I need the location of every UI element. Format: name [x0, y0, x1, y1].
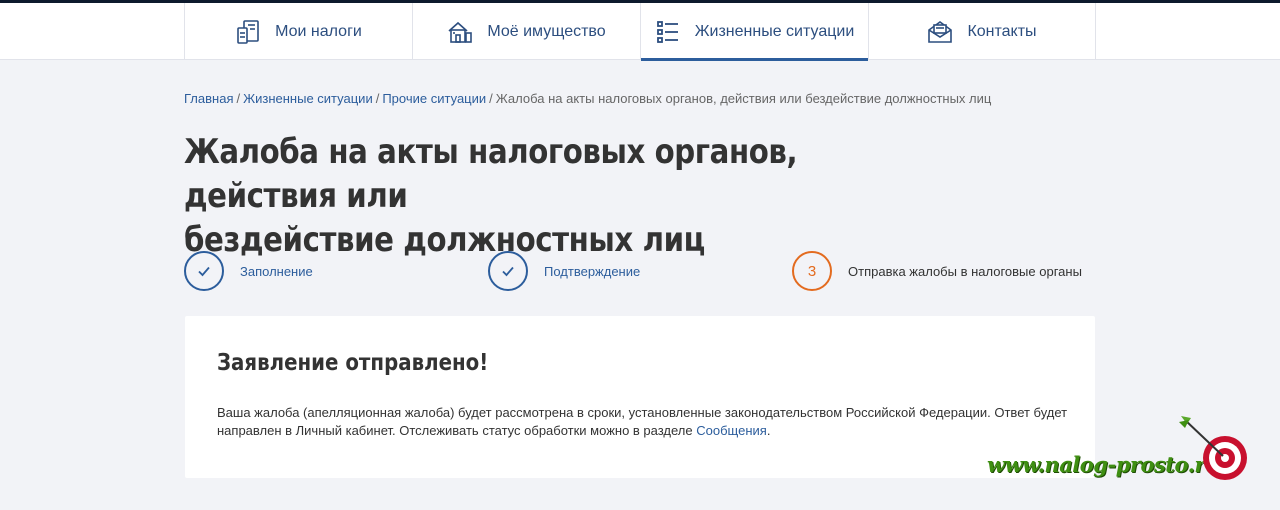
nav-item-label: Контакты	[967, 22, 1037, 40]
tax-documents-icon	[237, 19, 259, 44]
page-title-line1: Жалоба на акты налоговых органов, действ…	[184, 132, 798, 216]
nav-item-label: Жизненные ситуации	[694, 22, 855, 40]
breadcrumb-current: Жалоба на акты налоговых органов, действ…	[495, 91, 992, 106]
nav-item-my-property[interactable]: Моё имущество	[412, 3, 640, 60]
envelope-icon	[928, 20, 953, 43]
property-house-icon	[448, 21, 473, 43]
step-label: Отправка жалобы в налоговые органы	[848, 263, 1082, 279]
list-icon	[656, 20, 678, 43]
site-watermark: www.nalog-prosto.ru	[985, 412, 1255, 490]
top-navigation-bar: Мои налоги Моё имущество Жизненные ситуа…	[0, 0, 1280, 61]
step-label: Подтверждение	[544, 263, 641, 279]
breadcrumb-life-situations-link[interactable]: Жизненные ситуации	[243, 91, 373, 106]
success-card: Заявление отправлено! Ваша жалоба (апелл…	[185, 316, 1095, 478]
target-dart-icon	[1179, 416, 1247, 480]
nav-item-label: Мои налоги	[275, 22, 362, 40]
nav-item-life-situations[interactable]: Жизненные ситуации	[640, 3, 868, 61]
step-confirmation: Подтверждение	[488, 251, 640, 291]
success-message: Ваша жалоба (апелляционная жалоба) будет…	[217, 405, 1068, 438]
nav-item-contacts[interactable]: Контакты	[868, 3, 1096, 60]
breadcrumb-home-link[interactable]: Главная	[184, 91, 233, 106]
progress-steps: Заполнение Подтверждение 3 Отправка жало…	[184, 251, 1094, 291]
success-heading: Заявление отправлено!	[217, 350, 489, 376]
checkmark-icon	[198, 266, 210, 277]
messages-link[interactable]: Сообщения	[696, 423, 767, 438]
step-filling: Заполнение	[184, 251, 313, 291]
step-done-circle	[488, 251, 528, 291]
breadcrumb: Главная / Жизненные ситуации / Прочие ситуац…	[184, 91, 992, 106]
breadcrumb-other-situations-link[interactable]: Прочие ситуации	[382, 91, 486, 106]
nav-item-my-taxes[interactable]: Мои налоги	[184, 3, 412, 60]
page-title: Жалоба на акты налоговых органов, действ…	[184, 130, 958, 262]
main-nav: Мои налоги Моё имущество Жизненные ситуа…	[184, 3, 1096, 61]
step-label: Заполнение	[240, 263, 313, 279]
step-sending: 3 Отправка жалобы в налоговые органы	[792, 251, 1082, 291]
checkmark-icon	[502, 266, 514, 277]
step-done-circle	[184, 251, 224, 291]
step-number-circle: 3	[792, 251, 832, 291]
nav-item-label: Моё имущество	[487, 22, 606, 40]
